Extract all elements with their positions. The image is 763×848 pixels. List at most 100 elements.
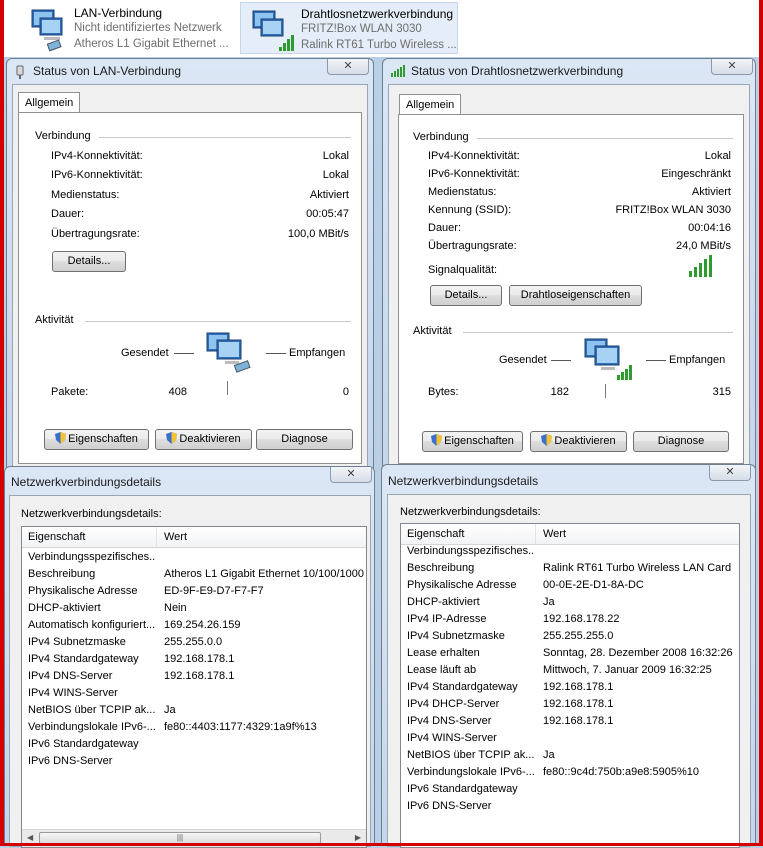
lan-status-window: Status von LAN-Verbindung ✕ Allgemein Ve… <box>6 58 374 469</box>
window-title: Status von LAN-Verbindung <box>33 64 182 78</box>
table-row[interactable]: Automatisch konfiguriert... 169.254.26.15… <box>22 617 366 634</box>
adapter-list: LAN-Verbindung Nicht identifiziertes Net… <box>0 0 763 57</box>
diagnose-button[interactable]: Diagnose <box>256 429 353 450</box>
adapter-name: LAN-Verbindung <box>74 6 163 20</box>
adapter-name: Drahtlosnetzwerkverbindung <box>301 7 454 21</box>
table-row[interactable]: IPv4 IP-Adresse 192.168.178.22 <box>401 611 739 628</box>
property-cell: Lease läuft ab <box>407 664 477 676</box>
value-cell: 169.254.26.159 <box>164 619 241 631</box>
table-row[interactable]: IPv6 Standardgateway <box>401 781 739 798</box>
table-row[interactable]: Physikalische Adresse 00-0E-2E-D1-8A-DC <box>401 577 739 594</box>
close-button[interactable]: ✕ <box>327 59 369 75</box>
sent-value: 408 <box>168 386 187 398</box>
table-row[interactable]: IPv4 DNS-Server 192.168.178.1 <box>401 713 739 730</box>
table-row[interactable]: IPv4 WINS-Server <box>22 685 366 702</box>
column-property[interactable]: Eigenschaft <box>407 528 464 540</box>
property-cell: Verbindungsspezifisches... <box>28 551 156 563</box>
tab-general[interactable]: Allgemein <box>399 94 462 115</box>
activity-header: Aktivität <box>413 325 452 337</box>
scroll-thumb[interactable]: ||| <box>39 832 321 844</box>
column-separator[interactable] <box>535 524 536 544</box>
table-row[interactable]: IPv4 Standardgateway 192.168.178.1 <box>22 651 366 668</box>
property-cell: Verbindungslokale IPv6-... <box>28 721 156 733</box>
connection-header: Verbindung <box>35 130 91 142</box>
shield-icon <box>55 432 67 444</box>
adapter-wlan[interactable]: Drahtlosnetzwerkverbindung FRITZ!Box WLA… <box>240 2 458 54</box>
close-button[interactable]: ✕ <box>709 465 751 481</box>
divider <box>551 360 571 361</box>
value-cell: Ja <box>164 704 176 716</box>
property-cell: Automatisch konfiguriert... <box>28 619 156 631</box>
disable-button[interactable]: Deaktivieren <box>155 429 252 450</box>
table-row[interactable]: IPv6 Standardgateway <box>22 736 366 753</box>
details-button[interactable]: Details... <box>52 251 126 272</box>
table-row[interactable]: IPv4 DNS-Server 192.168.178.1 <box>22 668 366 685</box>
column-property[interactable]: Eigenschaft <box>28 531 85 543</box>
table-row[interactable]: Verbindungslokale IPv6-... fe80::4403:117… <box>22 719 366 736</box>
details-button[interactable]: Details... <box>430 285 502 306</box>
received-label: Empfangen <box>289 347 346 359</box>
value-cell: 192.168.178.1 <box>543 715 614 727</box>
table-row[interactable]: Beschreibung Atheros L1 Gigabit Ethernet … <box>22 566 366 583</box>
property-cell: Verbindungsspezifisches... <box>407 545 535 557</box>
column-separator[interactable] <box>156 527 157 547</box>
column-value[interactable]: Wert <box>543 528 566 540</box>
wlan-status-client: Allgemein Verbindung IPv4-Konnektivität:… <box>388 84 750 469</box>
table-row[interactable]: Verbindungsspezifisches... <box>401 543 739 560</box>
table-row[interactable]: Physikalische Adresse ED-9F-E9-D7-F7-F7 <box>22 583 366 600</box>
wireless-properties-button[interactable]: Drahtloseigenschaften <box>509 285 642 306</box>
row-value: 00:05:47 <box>306 208 349 220</box>
scroll-left-arrow-icon[interactable]: ◀ <box>27 833 33 842</box>
table-row[interactable]: IPv6 DNS-Server <box>401 798 739 815</box>
divider <box>174 353 194 354</box>
lan-details-client: Netzwerkverbindungsdetails: Eigenschaft … <box>9 495 371 848</box>
shield-icon <box>541 434 553 446</box>
properties-button[interactable]: Eigenschaften <box>422 431 523 452</box>
row-value: Aktiviert <box>691 186 731 198</box>
diagnose-button[interactable]: Diagnose <box>633 431 729 452</box>
property-cell: IPv4 Standardgateway <box>28 653 139 665</box>
column-value[interactable]: Wert <box>164 531 187 543</box>
table-row[interactable]: IPv4 Subnetzmaske 255.255.255.0 <box>401 628 739 645</box>
table-row[interactable]: Verbindungsspezifisches... <box>22 549 366 566</box>
table-row[interactable]: DHCP-aktiviert Ja <box>401 594 739 611</box>
row-value: Lokal <box>322 150 349 162</box>
table-row[interactable]: DHCP-aktiviert Nein <box>22 600 366 617</box>
value-cell: Mittwoch, 7. Januar 2009 16:32:25 <box>543 664 712 676</box>
table-row[interactable]: NetBIOS über TCPIP ak... Ja <box>401 747 739 764</box>
table-row[interactable]: Lease läuft ab Mittwoch, 7. Januar 2009 1… <box>401 662 739 679</box>
table-row[interactable]: Lease erhalten Sonntag, 28. Dezember 2008… <box>401 645 739 662</box>
table-row[interactable]: NetBIOS über TCPIP ak... Ja <box>22 702 366 719</box>
details-list[interactable]: Eigenschaft Wert Verbindungsspezifisches… <box>400 523 740 848</box>
table-row[interactable]: IPv6 DNS-Server <box>22 753 366 770</box>
property-cell: Beschreibung <box>407 562 475 574</box>
close-button[interactable]: ✕ <box>711 59 753 75</box>
divider <box>227 381 228 395</box>
property-cell: IPv4 DNS-Server <box>28 670 113 682</box>
table-row[interactable]: IPv4 DHCP-Server 192.168.178.1 <box>401 696 739 713</box>
row-label: IPv6-Konnektivität: <box>428 168 520 180</box>
close-button[interactable]: ✕ <box>330 467 372 483</box>
scroll-right-arrow-icon[interactable]: ▶ <box>355 833 361 842</box>
row-value: 24,0 MBit/s <box>675 240 731 252</box>
value-cell: fe80::9c4d:750b:a9e8:5905%10 <box>543 766 699 778</box>
disable-label: Deaktivieren <box>554 435 616 447</box>
tab-general[interactable]: Allgemein <box>18 92 81 113</box>
value-cell: 192.168.178.1 <box>164 653 235 665</box>
signal-bar <box>694 267 697 277</box>
disable-button[interactable]: Deaktivieren <box>530 431 627 452</box>
table-row[interactable]: IPv4 Standardgateway 192.168.178.1 <box>401 679 739 696</box>
table-row[interactable]: IPv4 WINS-Server <box>401 730 739 747</box>
value-cell: ED-9F-E9-D7-F7-F7 <box>164 585 264 597</box>
network-computers-icon <box>31 9 63 52</box>
table-row[interactable]: IPv4 Subnetzmaske 255.255.0.0 <box>22 634 366 651</box>
details-list[interactable]: Eigenschaft Wert ◀ ||| ▶ Verbindungsspez… <box>21 526 367 848</box>
horizontal-scrollbar[interactable]: ◀ ||| ▶ <box>22 829 366 847</box>
row-label: Dauer: <box>428 222 462 234</box>
table-row[interactable]: Beschreibung Ralink RT61 Turbo Wireless L… <box>401 560 739 577</box>
adapter-lan[interactable]: LAN-Verbindung Nicht identifiziertes Net… <box>14 2 236 54</box>
property-cell: IPv4 DHCP-Server <box>407 698 500 710</box>
table-row[interactable]: Verbindungslokale IPv6-... fe80::9c4d:750… <box>401 764 739 781</box>
signal-bar <box>704 259 707 277</box>
properties-button[interactable]: Eigenschaften <box>44 429 149 450</box>
